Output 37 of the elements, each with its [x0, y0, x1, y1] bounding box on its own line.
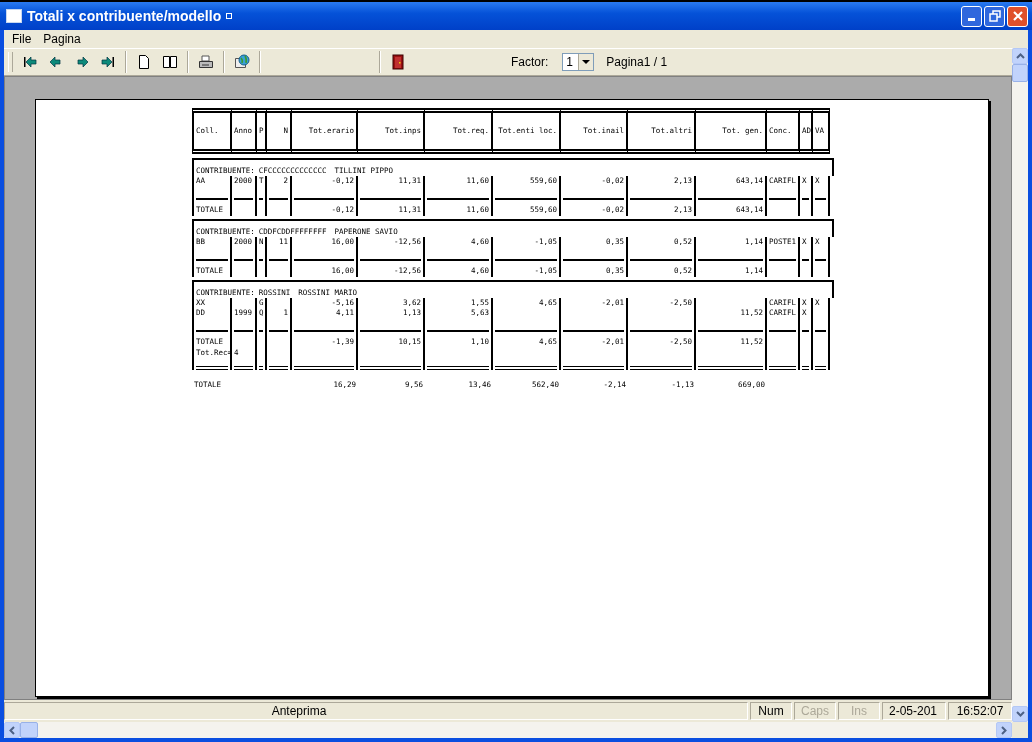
- first-page-icon: [22, 54, 38, 70]
- scroll-thumb[interactable]: [1012, 64, 1028, 82]
- close-icon: [1011, 10, 1024, 22]
- dropdown-arrow-icon: [582, 59, 591, 65]
- scroll-thumb[interactable]: [20, 722, 38, 738]
- restore-icon: [988, 10, 1001, 22]
- next-page-icon: [74, 54, 90, 70]
- status-message: Anteprima: [4, 702, 748, 720]
- page-indicator: Pagina1 / 1: [606, 55, 668, 69]
- window-icon: [6, 9, 22, 23]
- window-title: Totali x contribuente/modello: [27, 8, 222, 24]
- close-button[interactable]: [1007, 5, 1028, 27]
- restore-button[interactable]: [984, 5, 1005, 27]
- scroll-up-icon: [1015, 53, 1025, 59]
- factor-label: Factor:: [511, 55, 549, 69]
- globe-icon: [234, 54, 250, 70]
- menu-item[interactable]: File: [8, 32, 36, 46]
- two-pages-icon: [162, 54, 178, 70]
- status-indicator: Ins: [838, 702, 880, 720]
- factor-dropdown[interactable]: 1: [562, 53, 595, 71]
- status-time: 16:52:07: [948, 702, 1012, 720]
- last-page-icon: [100, 54, 116, 70]
- printer-icon: [198, 54, 214, 70]
- minimize-icon: [968, 18, 975, 21]
- single-page-icon: [136, 54, 152, 70]
- status-indicator: Num: [750, 702, 792, 720]
- door-icon: [390, 54, 406, 70]
- status-date: 2-05-201: [882, 702, 946, 720]
- previous-page-icon: [48, 54, 64, 70]
- scroll-right-icon: [1001, 725, 1007, 735]
- status-indicator: Caps: [794, 702, 836, 720]
- horizontal-scrollbar[interactable]: [4, 722, 1012, 738]
- vertical-scrollbar[interactable]: [1012, 48, 1028, 722]
- menu-item[interactable]: Pagina: [39, 32, 85, 46]
- scroll-down-icon: [1015, 711, 1025, 717]
- minimize-button[interactable]: [961, 5, 982, 27]
- scroll-left-icon: [9, 725, 15, 735]
